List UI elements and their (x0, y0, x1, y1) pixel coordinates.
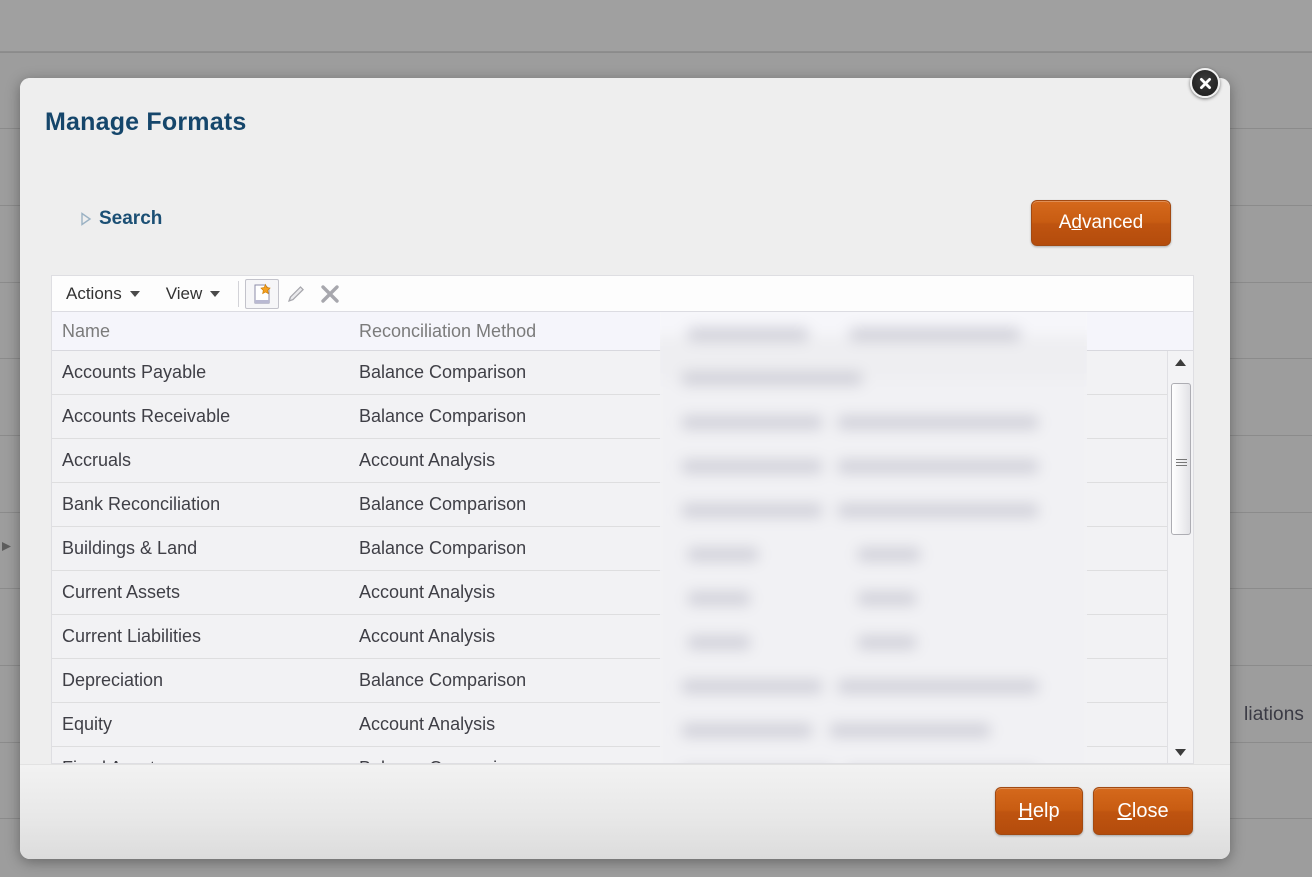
new-document-icon[interactable] (245, 278, 280, 309)
advanced-button-label-suffix: vanced (1081, 212, 1144, 233)
close-icon[interactable] (1190, 68, 1220, 98)
scrollbar-thumb[interactable] (1171, 383, 1191, 535)
background-row-separator (0, 52, 1312, 53)
table-row[interactable]: Accounts Payable Balance Comparison (52, 351, 1193, 395)
table-row[interactable]: Current Liabilities Account Analysis (52, 615, 1193, 659)
table-vertical-scrollbar[interactable] (1167, 351, 1193, 763)
view-menu-button[interactable]: View (152, 277, 233, 311)
column-header-name[interactable]: Name (52, 321, 349, 342)
cell-name: Current Assets (62, 582, 181, 602)
cell-name: Buildings & Land (62, 538, 198, 558)
background-left-glyph-icon (0, 540, 14, 554)
actions-menu-label: Actions (66, 283, 122, 303)
scroll-up-button[interactable] (1168, 351, 1193, 373)
help-button-label-suffix: elp (1032, 799, 1060, 822)
formats-table: Name Reconciliation Method Accounts Paya… (51, 311, 1194, 764)
cell-reconciliation-method: Balance Comparison (349, 758, 641, 763)
table-row[interactable]: Bank Reconciliation Balance Comparison (52, 483, 1193, 527)
cell-reconciliation-method: Account Analysis (359, 582, 496, 602)
edit-pencil-icon (279, 279, 313, 309)
table-row[interactable]: Buildings & Land Balance Comparison (52, 527, 1193, 571)
help-button[interactable]: Help (995, 787, 1083, 835)
table-header-row: Name Reconciliation Method (52, 312, 1193, 351)
scroll-down-button[interactable] (1168, 741, 1193, 763)
cell-name: Current Liabilities (62, 626, 202, 646)
table-row[interactable]: Equity Account Analysis (52, 703, 1193, 747)
cell-reconciliation-method: Balance Comparison (359, 406, 527, 426)
cell-name: Bank Reconciliation (62, 494, 221, 514)
page-title: Manage Formats (45, 108, 247, 136)
search-label: Search (99, 208, 163, 229)
delete-x-icon (313, 279, 347, 309)
cell-name: Accounts Receivable (62, 406, 231, 426)
view-menu-label: View (165, 283, 203, 303)
formats-table-panel: Actions View Name Reconciliation Method … (51, 275, 1194, 764)
screen: liations Manage Formats Search A d vance… (0, 0, 1312, 877)
toolbar-divider (238, 280, 240, 307)
table-row[interactable]: Accounts Receivable Balance Comparison (52, 395, 1193, 439)
cell-reconciliation-method: Balance Comparison (359, 494, 527, 514)
triangle-right-icon (80, 212, 92, 226)
actions-menu-button[interactable]: Actions (52, 277, 152, 311)
cell-reconciliation-method: Balance Comparison (359, 362, 527, 382)
chevron-down-icon (210, 290, 221, 297)
background-text-fragment: liations (1244, 704, 1304, 725)
manage-formats-dialog: Manage Formats Search Ad vanced Actions … (20, 78, 1230, 859)
cell-reconciliation-method: Balance Comparison (359, 670, 527, 690)
column-header-reconciliation-method[interactable]: Reconciliation Method (349, 321, 641, 342)
cell-reconciliation-method: Account Analysis (359, 626, 496, 646)
table-row[interactable]: Current Assets Account Analysis (52, 571, 1193, 615)
table-row[interactable]: Fixed AssetsBalance Comparison (52, 747, 1193, 763)
cell-name: Fixed Assets (52, 758, 349, 763)
table-row[interactable]: Depreciation Balance Comparison (52, 659, 1193, 703)
cell-name: Accruals (62, 450, 132, 470)
advanced-button[interactable]: Ad vanced (1031, 200, 1171, 246)
cell-name: Equity (62, 714, 113, 734)
close-button-accesskey: C (1117, 799, 1132, 822)
cell-name: Depreciation (62, 670, 164, 690)
table-body: Accounts Payable Balance Comparison Accoun… (52, 351, 1193, 763)
scrollbar-grip-icon (1175, 458, 1187, 460)
close-button-label-suffix: lose (1131, 799, 1169, 822)
help-button-accesskey: H (1018, 799, 1033, 822)
chevron-down-icon (129, 290, 140, 297)
cell-name: Accounts Payable (62, 362, 207, 382)
background-top-bar (0, 0, 1312, 52)
search-disclosure-toggle[interactable]: Search (80, 208, 162, 230)
dialog-footer: Help Close (20, 764, 1230, 859)
cell-reconciliation-method: Account Analysis (359, 450, 496, 470)
cell-reconciliation-method: Account Analysis (359, 714, 496, 734)
cell-reconciliation-method: Balance Comparison (359, 538, 527, 558)
table-toolbar: Actions View (51, 275, 1194, 311)
close-button[interactable]: Close (1093, 787, 1193, 835)
advanced-button-accesskey: d (1071, 212, 1082, 233)
dialog-body: Manage Formats Search Ad vanced Actions … (20, 78, 1230, 764)
advanced-button-label-prefix: A (1058, 212, 1072, 233)
table-row[interactable]: Accruals Account Analysis (52, 439, 1193, 483)
